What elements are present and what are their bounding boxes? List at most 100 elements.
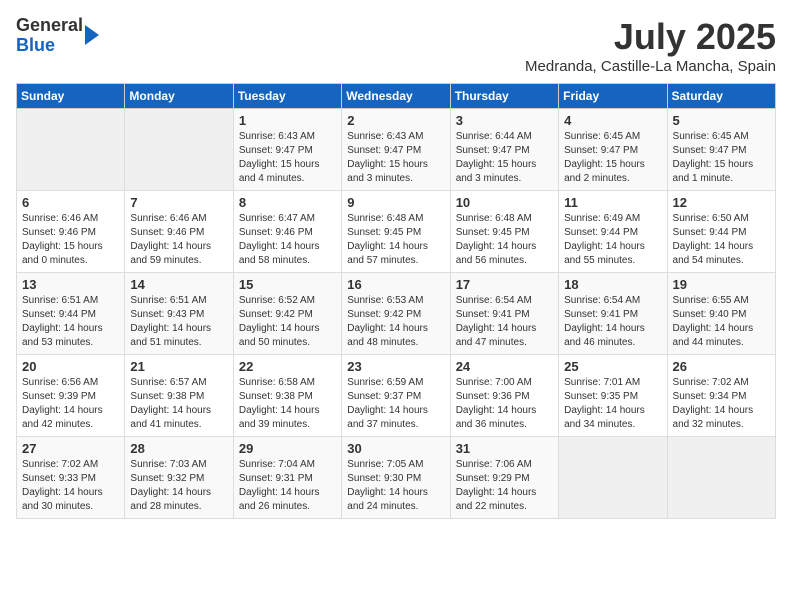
weekday-tuesday: Tuesday (233, 84, 341, 109)
day-number: 26 (673, 359, 770, 374)
day-number: 28 (130, 441, 227, 456)
weekday-monday: Monday (125, 84, 233, 109)
day-info: Sunrise: 6:49 AM Sunset: 9:44 PM Dayligh… (564, 212, 661, 268)
calendar-cell: 20Sunrise: 6:56 AM Sunset: 9:39 PM Dayli… (17, 355, 125, 437)
day-number: 8 (239, 195, 336, 210)
calendar-cell: 2Sunrise: 6:43 AM Sunset: 9:47 PM Daylig… (342, 109, 450, 191)
day-info: Sunrise: 7:01 AM Sunset: 9:35 PM Dayligh… (564, 376, 661, 432)
day-info: Sunrise: 6:54 AM Sunset: 9:41 PM Dayligh… (564, 294, 661, 350)
calendar-cell: 24Sunrise: 7:00 AM Sunset: 9:36 PM Dayli… (450, 355, 558, 437)
day-info: Sunrise: 6:59 AM Sunset: 9:37 PM Dayligh… (347, 376, 444, 432)
calendar-cell (17, 109, 125, 191)
calendar-week-3: 13Sunrise: 6:51 AM Sunset: 9:44 PM Dayli… (17, 273, 776, 355)
day-number: 21 (130, 359, 227, 374)
day-number: 18 (564, 277, 661, 292)
day-number: 4 (564, 113, 661, 128)
day-info: Sunrise: 6:58 AM Sunset: 9:38 PM Dayligh… (239, 376, 336, 432)
calendar-cell: 28Sunrise: 7:03 AM Sunset: 9:32 PM Dayli… (125, 437, 233, 519)
calendar-cell: 10Sunrise: 6:48 AM Sunset: 9:45 PM Dayli… (450, 191, 558, 273)
calendar-cell: 25 Sunrise: 7:01 AM Sunset: 9:35 PM Dayli… (559, 355, 667, 437)
day-number: 31 (456, 441, 553, 456)
calendar-cell: 30Sunrise: 7:05 AM Sunset: 9:30 PM Dayli… (342, 437, 450, 519)
calendar-cell: 17 Sunrise: 6:54 AM Sunset: 9:41 PM Dayli… (450, 273, 558, 355)
day-number: 19 (673, 277, 770, 292)
day-info: Sunrise: 6:44 AM Sunset: 9:47 PM Dayligh… (456, 130, 553, 186)
day-number: 16 (347, 277, 444, 292)
calendar-week-1: 1Sunrise: 6:43 AM Sunset: 9:47 PM Daylig… (17, 109, 776, 191)
day-number: 1 (239, 113, 336, 128)
day-number: 22 (239, 359, 336, 374)
weekday-header-row: SundayMondayTuesdayWednesdayThursdayFrid… (17, 84, 776, 109)
day-info: Sunrise: 7:04 AM Sunset: 9:31 PM Dayligh… (239, 458, 336, 514)
month-title: July 2025 (525, 16, 776, 58)
calendar-cell: 16 Sunrise: 6:53 AM Sunset: 9:42 PM Dayli… (342, 273, 450, 355)
day-info: Sunrise: 6:53 AM Sunset: 9:42 PM Dayligh… (347, 294, 444, 350)
page-header: General Blue July 2025 Medranda, Castill… (16, 16, 776, 75)
day-number: 7 (130, 195, 227, 210)
calendar-cell: 22 Sunrise: 6:58 AM Sunset: 9:38 PM Dayli… (233, 355, 341, 437)
day-info: Sunrise: 7:00 AM Sunset: 9:36 PM Dayligh… (456, 376, 553, 432)
logo-text: General Blue (16, 16, 83, 56)
day-info: Sunrise: 6:51 AM Sunset: 9:43 PM Dayligh… (130, 294, 227, 350)
day-number: 29 (239, 441, 336, 456)
day-info: Sunrise: 6:55 AM Sunset: 9:40 PM Dayligh… (673, 294, 770, 350)
day-info: Sunrise: 6:48 AM Sunset: 9:45 PM Dayligh… (347, 212, 444, 268)
day-info: Sunrise: 7:02 AM Sunset: 9:33 PM Dayligh… (22, 458, 119, 514)
calendar-cell: 11 Sunrise: 6:49 AM Sunset: 9:44 PM Dayli… (559, 191, 667, 273)
calendar-cell: 31 Sunrise: 7:06 AM Sunset: 9:29 PM Dayli… (450, 437, 558, 519)
day-number: 30 (347, 441, 444, 456)
calendar-cell: 21 Sunrise: 6:57 AM Sunset: 9:38 PM Dayli… (125, 355, 233, 437)
calendar-cell: 3 Sunrise: 6:44 AM Sunset: 9:47 PM Daylig… (450, 109, 558, 191)
weekday-saturday: Saturday (667, 84, 775, 109)
day-info: Sunrise: 6:52 AM Sunset: 9:42 PM Dayligh… (239, 294, 336, 350)
calendar-cell: 12 Sunrise: 6:50 AM Sunset: 9:44 PM Dayli… (667, 191, 775, 273)
weekday-thursday: Thursday (450, 84, 558, 109)
day-info: Sunrise: 6:57 AM Sunset: 9:38 PM Dayligh… (130, 376, 227, 432)
day-number: 17 (456, 277, 553, 292)
calendar-cell: 19 Sunrise: 6:55 AM Sunset: 9:40 PM Dayli… (667, 273, 775, 355)
calendar-cell: 27Sunrise: 7:02 AM Sunset: 9:33 PM Dayli… (17, 437, 125, 519)
day-info: Sunrise: 6:54 AM Sunset: 9:41 PM Dayligh… (456, 294, 553, 350)
calendar-cell: 1Sunrise: 6:43 AM Sunset: 9:47 PM Daylig… (233, 109, 341, 191)
day-number: 11 (564, 195, 661, 210)
calendar-week-4: 20Sunrise: 6:56 AM Sunset: 9:39 PM Dayli… (17, 355, 776, 437)
location-title: Medranda, Castille-La Mancha, Spain (525, 58, 776, 75)
day-number: 10 (456, 195, 553, 210)
calendar-cell: 14 Sunrise: 6:51 AM Sunset: 9:43 PM Dayli… (125, 273, 233, 355)
day-info: Sunrise: 6:46 AM Sunset: 9:46 PM Dayligh… (130, 212, 227, 268)
calendar-week-5: 27Sunrise: 7:02 AM Sunset: 9:33 PM Dayli… (17, 437, 776, 519)
day-info: Sunrise: 6:51 AM Sunset: 9:44 PM Dayligh… (22, 294, 119, 350)
calendar-cell: 13Sunrise: 6:51 AM Sunset: 9:44 PM Dayli… (17, 273, 125, 355)
day-info: Sunrise: 7:06 AM Sunset: 9:29 PM Dayligh… (456, 458, 553, 514)
calendar-cell: 15 Sunrise: 6:52 AM Sunset: 9:42 PM Dayli… (233, 273, 341, 355)
calendar-cell: 18 Sunrise: 6:54 AM Sunset: 9:41 PM Dayli… (559, 273, 667, 355)
calendar-cell: 9 Sunrise: 6:48 AM Sunset: 9:45 PM Daylig… (342, 191, 450, 273)
calendar-cell: 29 Sunrise: 7:04 AM Sunset: 9:31 PM Dayli… (233, 437, 341, 519)
day-number: 20 (22, 359, 119, 374)
day-info: Sunrise: 6:46 AM Sunset: 9:46 PM Dayligh… (22, 212, 119, 268)
day-number: 15 (239, 277, 336, 292)
calendar-cell (667, 437, 775, 519)
calendar-cell: 5Sunrise: 6:45 AM Sunset: 9:47 PM Daylig… (667, 109, 775, 191)
day-info: Sunrise: 7:02 AM Sunset: 9:34 PM Dayligh… (673, 376, 770, 432)
logo: General Blue (16, 16, 99, 56)
day-number: 6 (22, 195, 119, 210)
day-number: 23 (347, 359, 444, 374)
calendar-cell: 8 Sunrise: 6:47 AM Sunset: 9:46 PM Daylig… (233, 191, 341, 273)
weekday-friday: Friday (559, 84, 667, 109)
day-number: 9 (347, 195, 444, 210)
calendar-cell (559, 437, 667, 519)
day-number: 14 (130, 277, 227, 292)
day-number: 25 (564, 359, 661, 374)
day-number: 12 (673, 195, 770, 210)
calendar-cell: 4 Sunrise: 6:45 AM Sunset: 9:47 PM Daylig… (559, 109, 667, 191)
calendar-table: SundayMondayTuesdayWednesdayThursdayFrid… (16, 83, 776, 519)
calendar-cell: 6 Sunrise: 6:46 AM Sunset: 9:46 PM Daylig… (17, 191, 125, 273)
day-info: Sunrise: 6:50 AM Sunset: 9:44 PM Dayligh… (673, 212, 770, 268)
calendar-cell: 23 Sunrise: 6:59 AM Sunset: 9:37 PM Dayli… (342, 355, 450, 437)
day-info: Sunrise: 6:45 AM Sunset: 9:47 PM Dayligh… (673, 130, 770, 186)
day-info: Sunrise: 6:47 AM Sunset: 9:46 PM Dayligh… (239, 212, 336, 268)
calendar-week-2: 6 Sunrise: 6:46 AM Sunset: 9:46 PM Daylig… (17, 191, 776, 273)
day-info: Sunrise: 6:45 AM Sunset: 9:47 PM Dayligh… (564, 130, 661, 186)
day-number: 3 (456, 113, 553, 128)
